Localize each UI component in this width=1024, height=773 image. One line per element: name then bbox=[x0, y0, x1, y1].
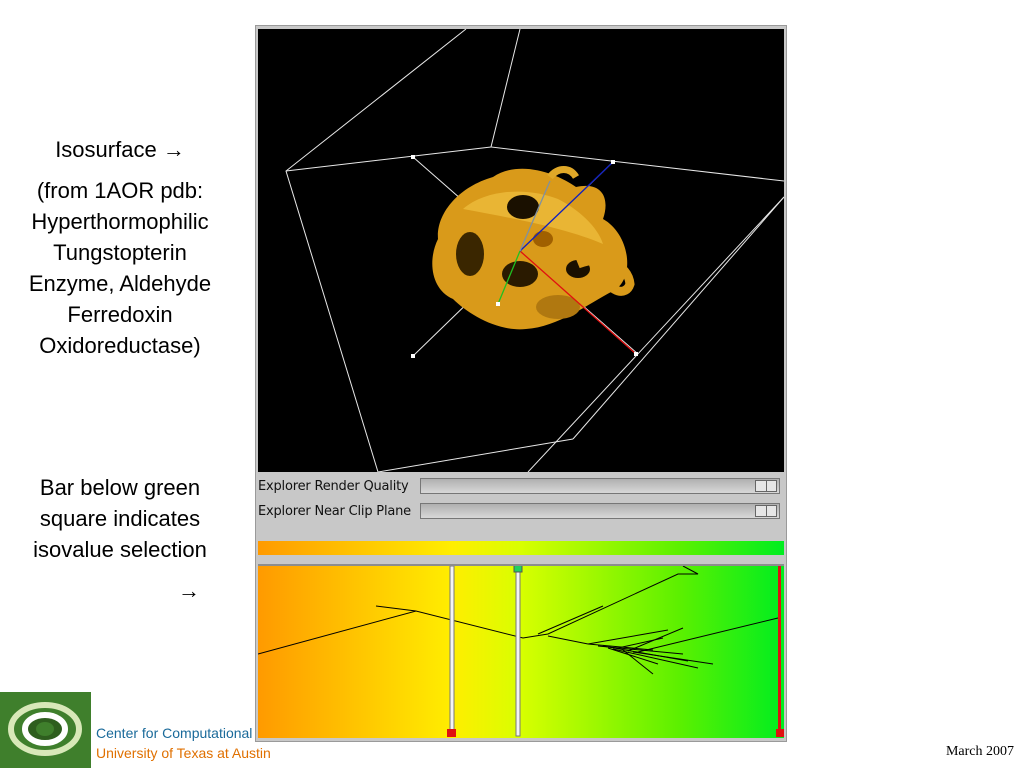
render-quality-slider[interactable] bbox=[420, 478, 780, 494]
footer-university: University of Texas at Austin bbox=[96, 745, 271, 761]
isosurface-blob bbox=[432, 166, 635, 330]
transfer-function-colorbar[interactable] bbox=[258, 541, 784, 555]
near-clip-slider-thumb[interactable] bbox=[755, 505, 777, 517]
right-arrow-icon: → bbox=[162, 137, 185, 162]
3d-viewport[interactable] bbox=[258, 29, 784, 472]
near-clip-slider[interactable] bbox=[420, 503, 780, 519]
upper-range-marker[interactable] bbox=[776, 729, 784, 737]
isosurface-caption: Isosurface → (from 1AOR pdb: Hyperthormo… bbox=[8, 134, 232, 361]
render-quality-row: Explorer Render Quality bbox=[256, 476, 786, 498]
volume-explorer-window: Explorer Render Quality Explorer Near Cl… bbox=[255, 25, 787, 742]
isosurface-title: Isosurface → bbox=[55, 137, 185, 162]
render-quality-label: Explorer Render Quality bbox=[258, 479, 409, 494]
near-clip-row: Explorer Near Clip Plane bbox=[256, 501, 786, 523]
right-arrow-icon: → bbox=[178, 578, 200, 603]
lower-isovalue-bar[interactable] bbox=[449, 566, 455, 737]
isovalue-bar-note: Bar below green square indicates isovalu… bbox=[33, 475, 207, 562]
lower-range-marker[interactable] bbox=[447, 729, 456, 737]
footer-date: March 2007 bbox=[945, 744, 1014, 759]
contour-tree-plot bbox=[258, 566, 784, 737]
isovalue-selection-bar[interactable] bbox=[515, 566, 521, 737]
ccv-logo bbox=[0, 692, 91, 768]
isosurface-render bbox=[285, 29, 784, 472]
isovalue-bar-caption: Bar below green square indicates isovalu… bbox=[8, 472, 232, 565]
isosurface-description: (from 1AOR pdb: Hyperthormophilic Tungst… bbox=[28, 178, 212, 358]
near-clip-label: Explorer Near Clip Plane bbox=[258, 504, 411, 519]
render-quality-slider-thumb[interactable] bbox=[755, 480, 777, 492]
contour-spectrum-panel[interactable] bbox=[258, 564, 784, 738]
upper-range-bar[interactable] bbox=[778, 566, 781, 736]
isovalue-green-square[interactable] bbox=[513, 566, 523, 573]
footer-center-name: Center for Computational Visualization bbox=[96, 725, 255, 741]
ccv-logo-icon bbox=[8, 702, 82, 756]
